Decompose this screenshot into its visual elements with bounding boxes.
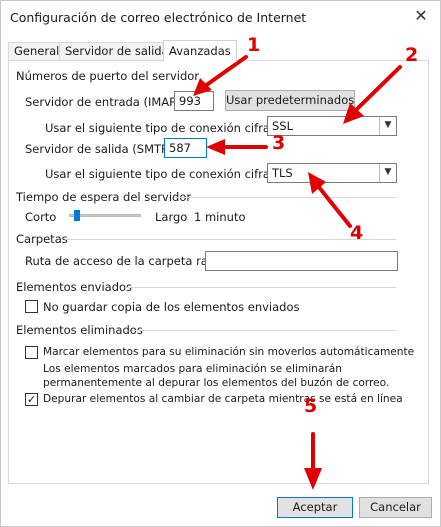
sent-items-heading: Elementos enviados xyxy=(16,280,133,294)
deleted-items-heading: Elementos eliminados xyxy=(16,323,143,337)
root-folder-input[interactable] xyxy=(205,251,398,271)
no-sent-copy-label: No guardar copia de los elementos enviad… xyxy=(43,300,300,314)
folders-divider xyxy=(65,239,396,240)
outgoing-encryption-label: Usar el siguiente tipo de conexión cifra… xyxy=(45,167,289,181)
outgoing-port-label: Servidor de salida (SMTP): xyxy=(25,142,177,156)
folders-heading: Carpetas xyxy=(16,232,68,246)
annotation-number-2: 2 xyxy=(405,44,419,66)
incoming-encryption-select[interactable]: SSL ▼ xyxy=(267,116,397,136)
timeout-divider xyxy=(174,197,396,198)
tab-outgoing-server[interactable]: Servidor de salida xyxy=(59,42,175,61)
tab-general[interactable]: General xyxy=(8,42,66,61)
close-icon[interactable]: ✕ xyxy=(410,5,432,27)
mark-for-deletion-label: Marcar elementos para su eliminación sin… xyxy=(43,346,415,358)
timeout-heading: Tiempo de espera del servidor xyxy=(16,190,192,204)
purge-on-switch-label: Depurar elementos al cambiar de carpeta … xyxy=(43,393,403,405)
annotation-number-5: 5 xyxy=(304,395,318,417)
timeout-short-label: Corto xyxy=(25,210,57,224)
root-folder-label: Ruta de acceso de la carpeta raíz: xyxy=(25,254,221,268)
outgoing-port-input[interactable]: 587 xyxy=(164,138,207,158)
incoming-port-input[interactable]: 993 xyxy=(174,91,214,111)
ports-heading: Números de puerto del servidor xyxy=(16,69,200,83)
use-defaults-button[interactable]: Usar predeterminados xyxy=(225,90,355,111)
incoming-encryption-label: Usar el siguiente tipo de conexión cifra… xyxy=(45,121,289,135)
title-bar: Configuración de correo electrónico de I… xyxy=(1,1,441,35)
mark-for-deletion-checkbox[interactable] xyxy=(25,346,38,359)
deletion-note-line2: permanentemente al depurar los elementos… xyxy=(43,377,390,389)
chevron-down-icon: ▼ xyxy=(379,117,396,135)
timeout-value: 1 minuto xyxy=(194,210,246,224)
incoming-encryption-value: SSL xyxy=(272,119,294,133)
annotation-number-4: 4 xyxy=(350,222,364,244)
timeout-long-label: Largo xyxy=(155,210,188,224)
accept-button[interactable]: Aceptar xyxy=(277,497,353,518)
no-sent-copy-checkbox[interactable] xyxy=(25,300,38,313)
outgoing-encryption-value: TLS xyxy=(272,166,293,180)
incoming-port-label: Servidor de entrada (IMAP): xyxy=(25,95,185,109)
deletion-note-line1: Los elementos marcados para eliminación … xyxy=(43,363,342,375)
timeout-slider-thumb[interactable] xyxy=(74,210,81,221)
tab-advanced[interactable]: Avanzadas xyxy=(163,40,237,62)
cancel-button[interactable]: Cancelar xyxy=(359,497,432,518)
email-settings-dialog: Configuración de correo electrónico de I… xyxy=(0,0,441,527)
outgoing-encryption-select[interactable]: TLS ▼ xyxy=(267,163,397,183)
dialog-title: Configuración de correo electrónico de I… xyxy=(10,10,307,25)
sent-items-divider xyxy=(125,287,396,288)
annotation-number-1: 1 xyxy=(247,34,261,56)
deleted-items-divider xyxy=(132,330,396,331)
chevron-down-icon: ▼ xyxy=(379,164,396,182)
annotation-number-3: 3 xyxy=(272,132,286,154)
purge-on-switch-checkbox[interactable]: ✓ xyxy=(25,393,38,406)
